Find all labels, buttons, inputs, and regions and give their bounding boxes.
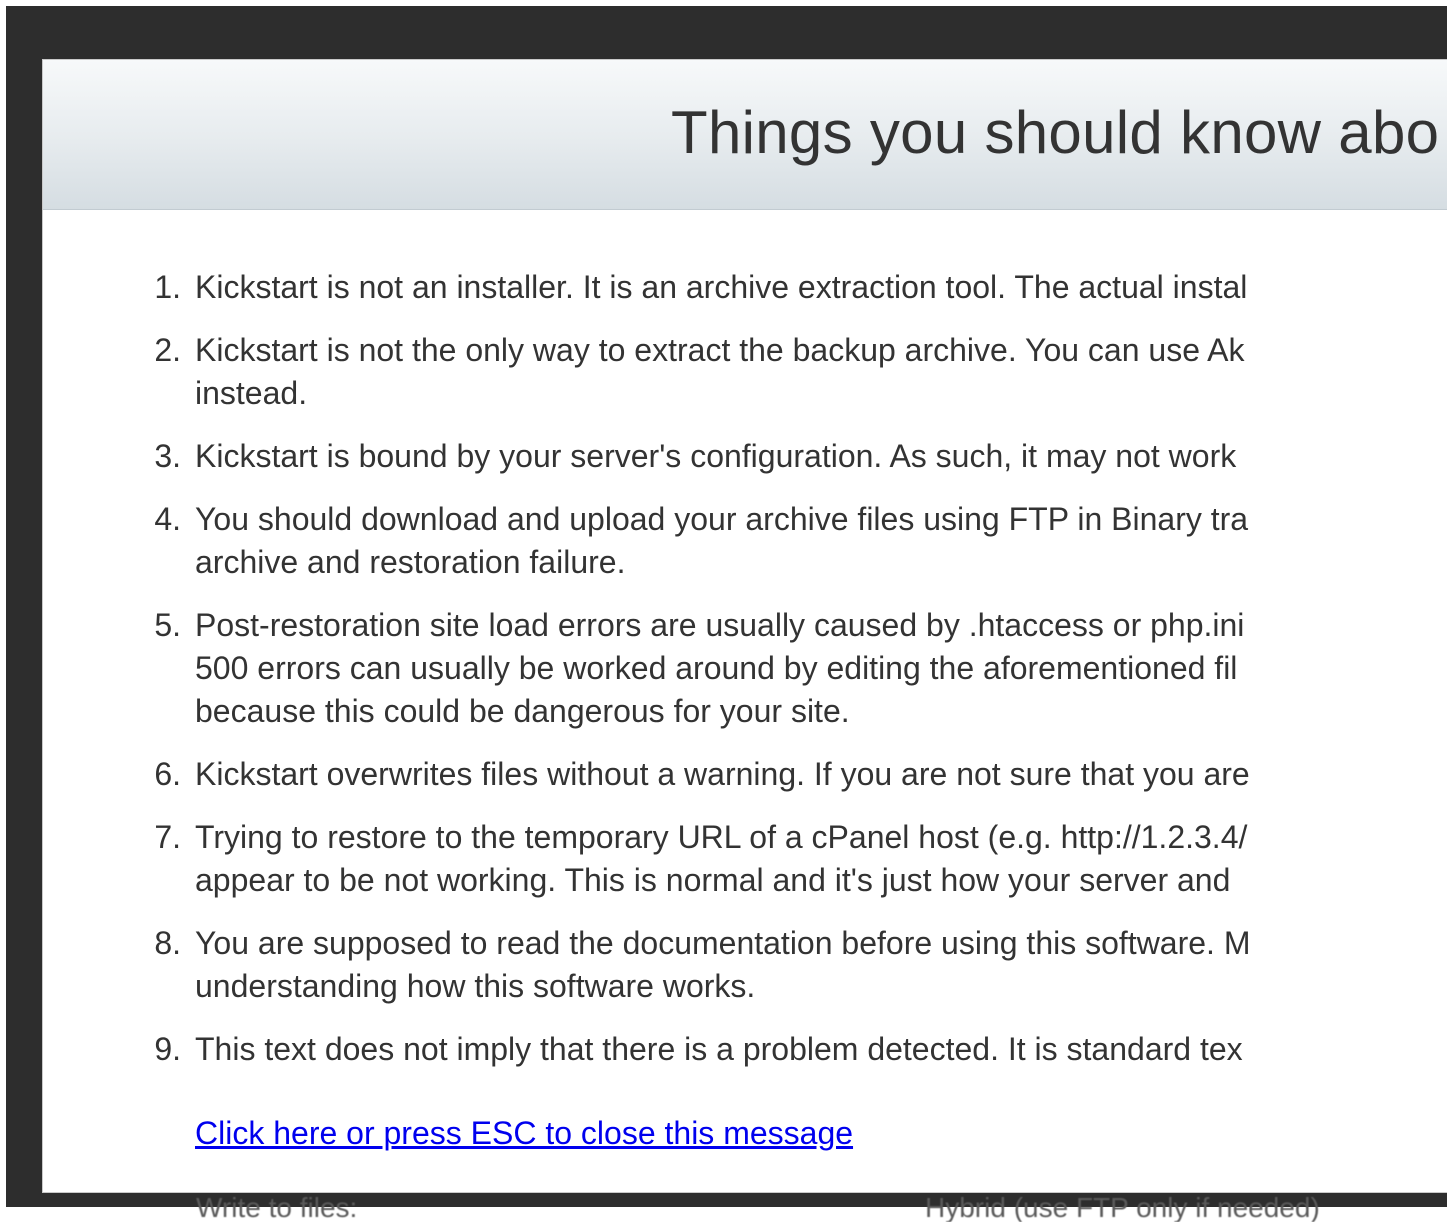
note-text-line: You are supposed to read the documentati… bbox=[195, 925, 1251, 961]
note-item: 4. You should download and upload your ar… bbox=[43, 498, 1447, 584]
notes-list: 1. Kickstart is not an installer. It is a… bbox=[43, 210, 1447, 1071]
note-text-line: Post-restoration site load errors are us… bbox=[195, 607, 1245, 643]
note-number: 4. bbox=[154, 501, 181, 537]
note-item: 6. Kickstart overwrites files without a w… bbox=[43, 753, 1447, 796]
note-text-line: Kickstart overwrites files without a war… bbox=[195, 756, 1250, 792]
close-message-link[interactable]: Click here or press ESC to close this me… bbox=[195, 1112, 853, 1155]
note-text-line: 500 errors can usually be worked around … bbox=[195, 650, 1238, 686]
dialog-header: Things you should know abo bbox=[43, 60, 1447, 210]
note-number: 9. bbox=[154, 1031, 181, 1067]
note-item: 1. Kickstart is not an installer. It is a… bbox=[43, 266, 1447, 309]
obscured-page-content: Write to files: Hybrid (use FTP only if … bbox=[150, 1192, 1447, 1222]
dialog-title: Things you should know abo bbox=[671, 99, 1440, 166]
note-number: 6. bbox=[154, 756, 181, 792]
note-item: 5. Post-restoration site load errors are … bbox=[43, 604, 1447, 733]
note-number: 2. bbox=[154, 332, 181, 368]
obscured-value: Hybrid (use FTP only if needed) bbox=[925, 1192, 1320, 1222]
note-number: 5. bbox=[154, 607, 181, 643]
note-item: 7. Trying to restore to the temporary URL… bbox=[43, 816, 1447, 902]
note-number: 3. bbox=[154, 438, 181, 474]
note-number: 7. bbox=[154, 819, 181, 855]
note-text-line: understanding how this software works. bbox=[195, 968, 756, 1004]
obscured-label: Write to files: bbox=[196, 1192, 358, 1222]
note-text-line: Kickstart is not an installer. It is an … bbox=[195, 269, 1248, 305]
note-number: 8. bbox=[154, 925, 181, 961]
note-text-line: appear to be not working. This is normal… bbox=[195, 862, 1231, 898]
note-item: 3. Kickstart is bound by your server's co… bbox=[43, 435, 1447, 478]
note-text-line: instead. bbox=[195, 375, 308, 411]
note-number: 1. bbox=[154, 269, 181, 305]
note-text-line: archive and restoration failure. bbox=[195, 544, 626, 580]
note-item: 2. Kickstart is not the only way to extra… bbox=[43, 329, 1447, 415]
note-text-line: Kickstart is not the only way to extract… bbox=[195, 332, 1245, 368]
note-item: 9. This text does not imply that there is… bbox=[43, 1028, 1447, 1071]
note-text-line: This text does not imply that there is a… bbox=[195, 1031, 1243, 1067]
note-text-line: You should download and upload your arch… bbox=[195, 501, 1249, 537]
info-dialog: Things you should know abo 1. Kickstart i… bbox=[42, 59, 1447, 1193]
note-text-line: Kickstart is bound by your server's conf… bbox=[195, 438, 1237, 474]
note-item: 8. You are supposed to read the documenta… bbox=[43, 922, 1447, 1008]
note-text-line: because this could be dangerous for your… bbox=[195, 693, 850, 729]
note-text-line: Trying to restore to the temporary URL o… bbox=[195, 819, 1248, 855]
